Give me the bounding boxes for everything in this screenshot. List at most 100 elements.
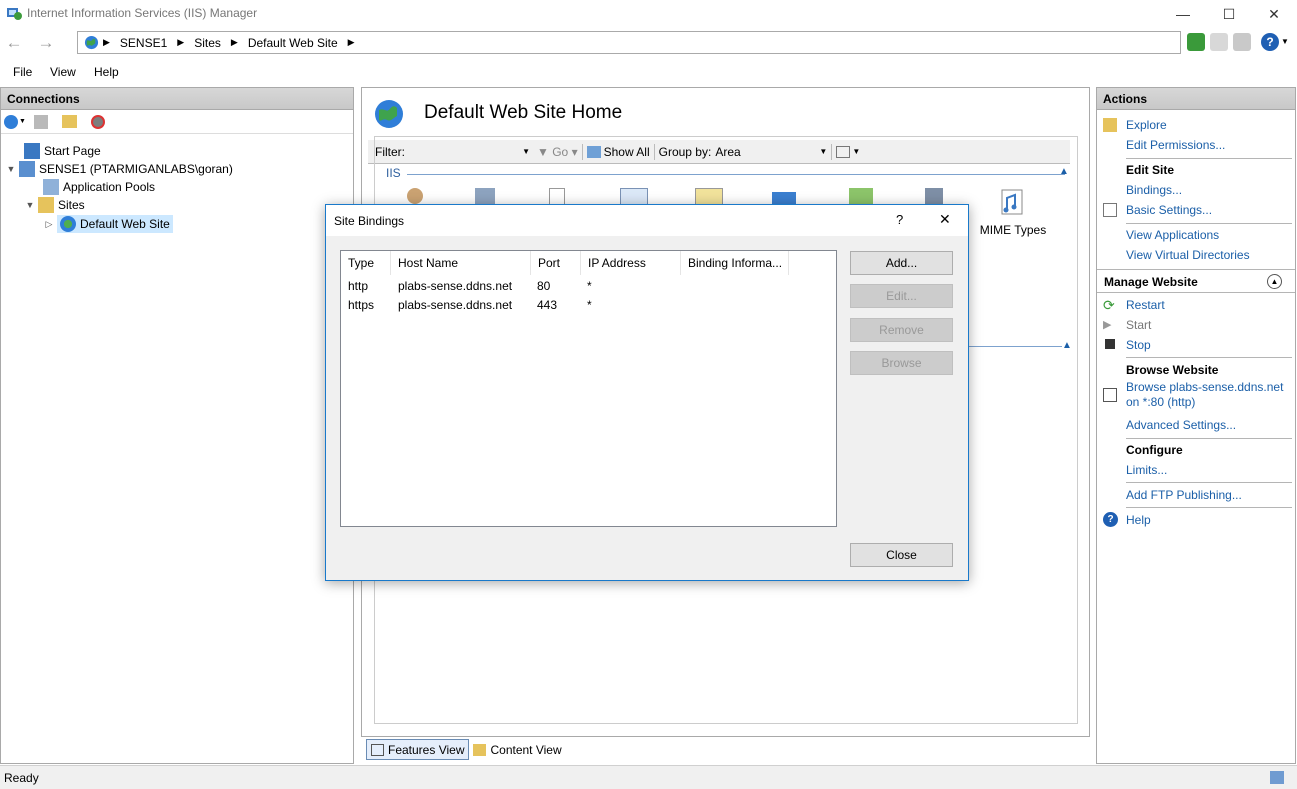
column-port[interactable]: Port	[531, 251, 581, 275]
collapse-icon[interactable]: ▲	[1267, 274, 1282, 289]
chevron-right-icon[interactable]: ▷	[44, 219, 54, 230]
default-document-icon[interactable]	[549, 188, 565, 205]
column-binding-information[interactable]: Binding Informa...	[681, 251, 789, 275]
maximize-button[interactable]: ☐	[1206, 0, 1252, 28]
home-icon[interactable]	[1233, 33, 1251, 51]
advanced-settings-link[interactable]: Advanced Settings...	[1126, 418, 1236, 433]
edit-binding-button[interactable]: Edit...	[850, 284, 953, 308]
explore-link[interactable]: Explore	[1126, 118, 1167, 133]
mime-types-icon[interactable]	[997, 188, 1027, 218]
application-pools-icon	[43, 179, 59, 195]
divider	[1126, 357, 1292, 358]
disconnect-icon[interactable]	[91, 115, 105, 129]
stop-link[interactable]: Stop	[1126, 338, 1151, 353]
group-by-select[interactable]: Area ▼	[715, 145, 827, 159]
tree-server-sense1[interactable]: ▼ SENSE1 (PTARMIGANLABS\goran)	[6, 161, 233, 177]
menu-file[interactable]: File	[13, 65, 32, 79]
stop-nav-icon[interactable]	[1210, 33, 1228, 51]
view-tabs: Features View Content View	[366, 739, 566, 761]
close-window-button[interactable]: ✕	[1251, 0, 1297, 28]
add-binding-button[interactable]: Add...	[850, 251, 953, 275]
filter-input[interactable]: ▼	[407, 143, 530, 161]
dialog-close-icon[interactable]: ✕	[939, 211, 951, 228]
compression-icon[interactable]	[475, 188, 495, 205]
browse-icon	[1103, 388, 1117, 402]
iis-app-icon	[7, 8, 22, 20]
cell-type: https	[348, 298, 375, 312]
address-bar[interactable]: ▶ SENSE1 ▶ Sites ▶ Default Web Site ▶	[77, 31, 1181, 54]
help-link[interactable]: Help	[1126, 513, 1151, 528]
view-applications-link[interactable]: View Applications	[1126, 228, 1219, 243]
http-redirect-icon[interactable]	[849, 188, 873, 205]
manage-website-header[interactable]: Manage Website ▲	[1097, 269, 1295, 293]
dialog-close-button[interactable]: Close	[850, 543, 953, 567]
tree-default-web-site[interactable]: ▷ Default Web Site	[44, 215, 173, 233]
view-mode-icon[interactable]	[836, 145, 851, 158]
save-icon[interactable]	[34, 115, 48, 129]
directory-browsing-icon[interactable]	[620, 188, 648, 205]
cell-host: plabs-sense.ddns.net	[398, 298, 513, 312]
browse-website-heading: Browse Website	[1126, 363, 1219, 377]
browse-site-link[interactable]: Browse plabs-sense.ddns.net on *:80 (htt…	[1126, 380, 1283, 410]
view-virtual-directories-link[interactable]: View Virtual Directories	[1126, 248, 1250, 263]
forward-button[interactable]: →	[35, 33, 57, 52]
refresh-icon[interactable]	[1187, 33, 1205, 51]
limits-link[interactable]: Limits...	[1126, 463, 1167, 478]
crumb-arrow-icon[interactable]: ▶	[348, 37, 355, 48]
cell-port: 80	[537, 279, 551, 293]
divider	[1126, 482, 1292, 483]
connections-panel: Connections ▼ Start Page ▼ SENSE1 (PTARM…	[0, 87, 354, 764]
divider	[1126, 438, 1292, 439]
section-iis-label: IIS	[386, 166, 401, 180]
help-dropdown-icon[interactable]: ▼	[1281, 37, 1289, 46]
dialog-help-button[interactable]: ?	[896, 212, 903, 227]
tab-content-view[interactable]: Content View	[469, 739, 565, 760]
bindings-list[interactable]: Type Host Name Port IP Address Binding I…	[340, 250, 837, 527]
connect-dropdown-icon[interactable]: ▼	[19, 118, 26, 125]
server-icon	[19, 161, 35, 177]
chevron-down-icon[interactable]: ▼	[25, 200, 35, 210]
go-button[interactable]: ▼ Go ▾	[537, 145, 578, 159]
collapse-section-icon[interactable]: ▲	[1062, 340, 1072, 351]
column-ip-address[interactable]: IP Address	[581, 251, 681, 275]
help-icon: ?	[1103, 512, 1118, 527]
connect-icon[interactable]	[4, 115, 18, 129]
start-link[interactable]: Start	[1126, 318, 1151, 333]
crumb-default-web-site[interactable]: Default Web Site	[248, 36, 338, 50]
add-ftp-publishing-link[interactable]: Add FTP Publishing...	[1126, 488, 1242, 503]
tab-features-view[interactable]: Features View	[366, 739, 470, 760]
remove-binding-button[interactable]: Remove	[850, 318, 953, 342]
back-button[interactable]: ←	[3, 33, 25, 52]
browse-binding-button[interactable]: Browse	[850, 351, 953, 375]
authentication-icon[interactable]	[407, 188, 423, 204]
cell-port: 443	[537, 298, 558, 312]
table-row[interactable]: https plabs-sense.ddns.net 443 *	[341, 296, 836, 315]
tree-application-pools[interactable]: Application Pools	[30, 179, 155, 195]
cell-ip: *	[587, 279, 592, 293]
edit-permissions-link[interactable]: Edit Permissions...	[1126, 138, 1225, 153]
menu-help[interactable]: Help	[94, 65, 119, 79]
help-icon[interactable]: ?	[1261, 33, 1279, 51]
error-pages-icon[interactable]	[695, 188, 723, 205]
open-folder-icon[interactable]	[62, 115, 77, 128]
mime-types-label[interactable]: MIME Types	[978, 223, 1048, 237]
status-bar: Ready	[0, 765, 1297, 789]
basic-settings-link[interactable]: Basic Settings...	[1126, 203, 1212, 218]
menu-view[interactable]: View	[50, 65, 76, 79]
column-type[interactable]: Type	[341, 251, 391, 275]
chevron-down-icon[interactable]: ▼	[6, 164, 16, 174]
actions-header: Actions	[1097, 88, 1295, 110]
show-all-button[interactable]: Show All	[604, 145, 650, 159]
collapse-iis-icon[interactable]: ▲	[1059, 166, 1069, 177]
crumb-sense1[interactable]: SENSE1	[120, 36, 167, 50]
tree-start-page[interactable]: Start Page	[11, 143, 101, 159]
restart-link[interactable]: Restart	[1126, 298, 1165, 313]
tree-sites[interactable]: ▼ Sites	[25, 197, 85, 213]
minimize-button[interactable]: —	[1160, 0, 1206, 28]
column-host-name[interactable]: Host Name	[391, 251, 531, 275]
logging-icon[interactable]	[925, 188, 943, 205]
bindings-link[interactable]: Bindings...	[1126, 183, 1182, 198]
crumb-sites[interactable]: Sites	[194, 36, 221, 50]
table-row[interactable]: http plabs-sense.ddns.net 80 *	[341, 277, 836, 296]
view-mode-dropdown-icon[interactable]: ▼	[852, 147, 860, 156]
